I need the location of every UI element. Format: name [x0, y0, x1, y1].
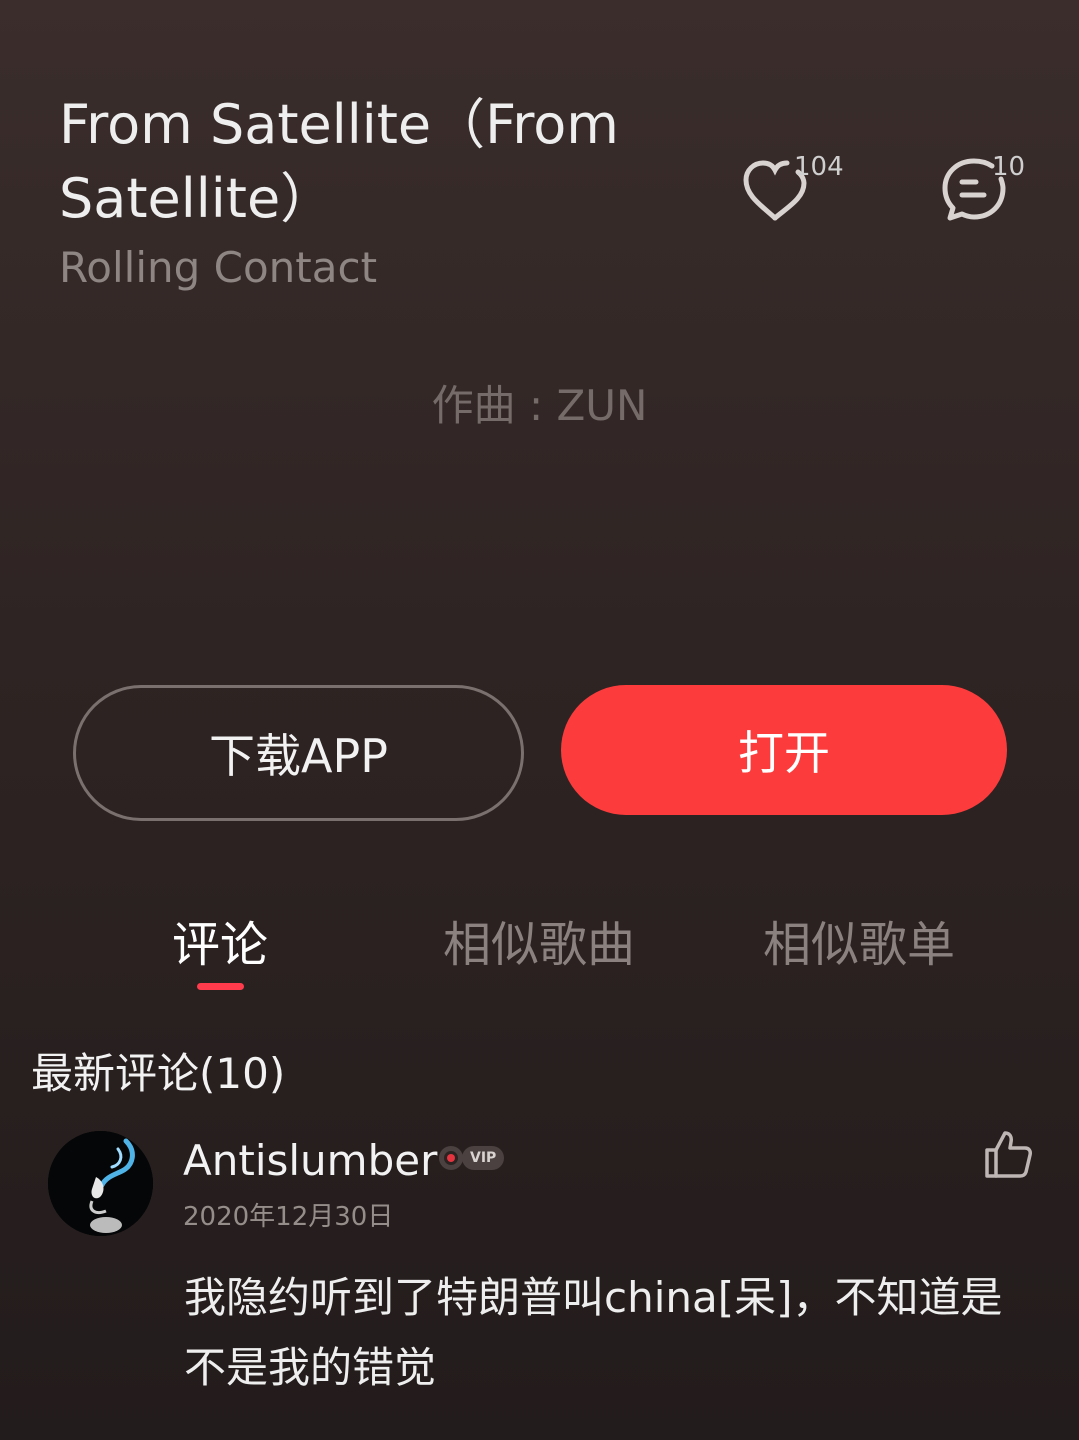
comment-stat[interactable]: 10 [940, 150, 1040, 230]
tab-similar-songs[interactable]: 相似歌曲 [438, 905, 640, 975]
tab-similar-playlists[interactable]: 相似歌单 [758, 905, 960, 975]
comment-count: 10 [992, 152, 1026, 182]
song-title: From Satellite（From Satellite） [59, 93, 619, 230]
comment-username[interactable]: Antislumber [183, 1136, 437, 1185]
comment-text: 我隐约听到了特朗普叫china[呆]，不知道是不是我的错觉 [184, 1273, 1003, 1392]
comment-date: 2020年12月30日 [183, 1202, 394, 1232]
comment-item: Antislumber VIP 2020年12月30日 我隐约听到了特朗普叫ch… [0, 1128, 1079, 1428]
like-stat[interactable]: 104 [740, 150, 844, 230]
tab-comments[interactable]: 评论 [170, 905, 270, 975]
active-tab-indicator [197, 983, 244, 990]
vinyl-badge-icon [439, 1146, 463, 1170]
lyric-line: 作曲 : ZUN [431, 381, 648, 430]
comments-section-title: 最新评论(10) [31, 1049, 286, 1098]
open-app-button[interactable]: 打开 [561, 685, 1007, 815]
download-app-button[interactable]: 下载APP [73, 685, 524, 821]
song-page: From Satellite（From Satellite） Rolling C… [0, 0, 1079, 1440]
thumbs-up-icon [985, 1131, 1032, 1178]
avatar[interactable] [48, 1131, 153, 1236]
like-count: 104 [794, 152, 844, 182]
tab-bar: 评论 相似歌曲 相似歌单 [0, 905, 1079, 995]
song-artist[interactable]: Rolling Contact [59, 243, 377, 292]
vip-badge: VIP [462, 1146, 505, 1170]
comment-like-button[interactable] [983, 1128, 1035, 1180]
avatar-image [48, 1131, 153, 1236]
